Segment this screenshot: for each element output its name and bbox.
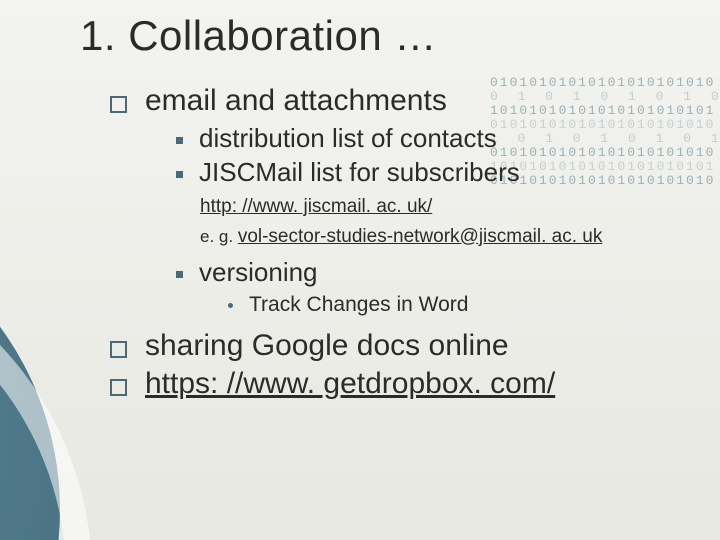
slide-title: 1. Collaboration …	[80, 12, 680, 60]
bullet-text: JISCMail list for subscribers	[199, 156, 520, 190]
bullet-level1: sharing Google docs online	[110, 329, 680, 363]
example-line: e. g. vol-sector-studies-network@jiscmai…	[200, 226, 680, 248]
bullet-level2: versioning	[176, 256, 680, 290]
bullet-level2: JISCMail list for subscribers	[176, 156, 680, 190]
eg-prefix: e. g.	[200, 227, 238, 246]
bullet-text: sharing Google docs online	[145, 329, 509, 363]
bullet-level3: Track Changes in Word	[228, 293, 680, 317]
bullet-level1: email and attachments	[110, 84, 680, 118]
slide: 01010101010101010101010 0 1 0 1 0 1 0 1 …	[0, 0, 720, 540]
slide-content: 1. Collaboration … email and attachments…	[0, 0, 720, 401]
square-bullet-icon	[110, 96, 127, 113]
small-square-bullet-icon	[176, 171, 183, 178]
square-bullet-icon	[110, 341, 127, 358]
link-text: vol-sector-studies-network@jiscmail. ac.…	[238, 226, 603, 247]
small-square-bullet-icon	[176, 137, 183, 144]
bullet-text: Track Changes in Word	[249, 293, 468, 317]
bullet-text: versioning	[199, 256, 318, 290]
small-square-bullet-icon	[176, 271, 183, 278]
square-bullet-icon	[110, 379, 127, 396]
bullet-level2: distribution list of contacts	[176, 122, 680, 156]
bullet-level1: https: //www. getdropbox. com/	[110, 367, 680, 401]
bullet-text: distribution list of contacts	[199, 122, 497, 156]
link-text: http: //www. jiscmail. ac. uk/	[200, 196, 680, 218]
dot-bullet-icon	[228, 303, 233, 308]
link-text: https: //www. getdropbox. com/	[145, 367, 555, 401]
bullet-text: email and attachments	[145, 84, 447, 118]
